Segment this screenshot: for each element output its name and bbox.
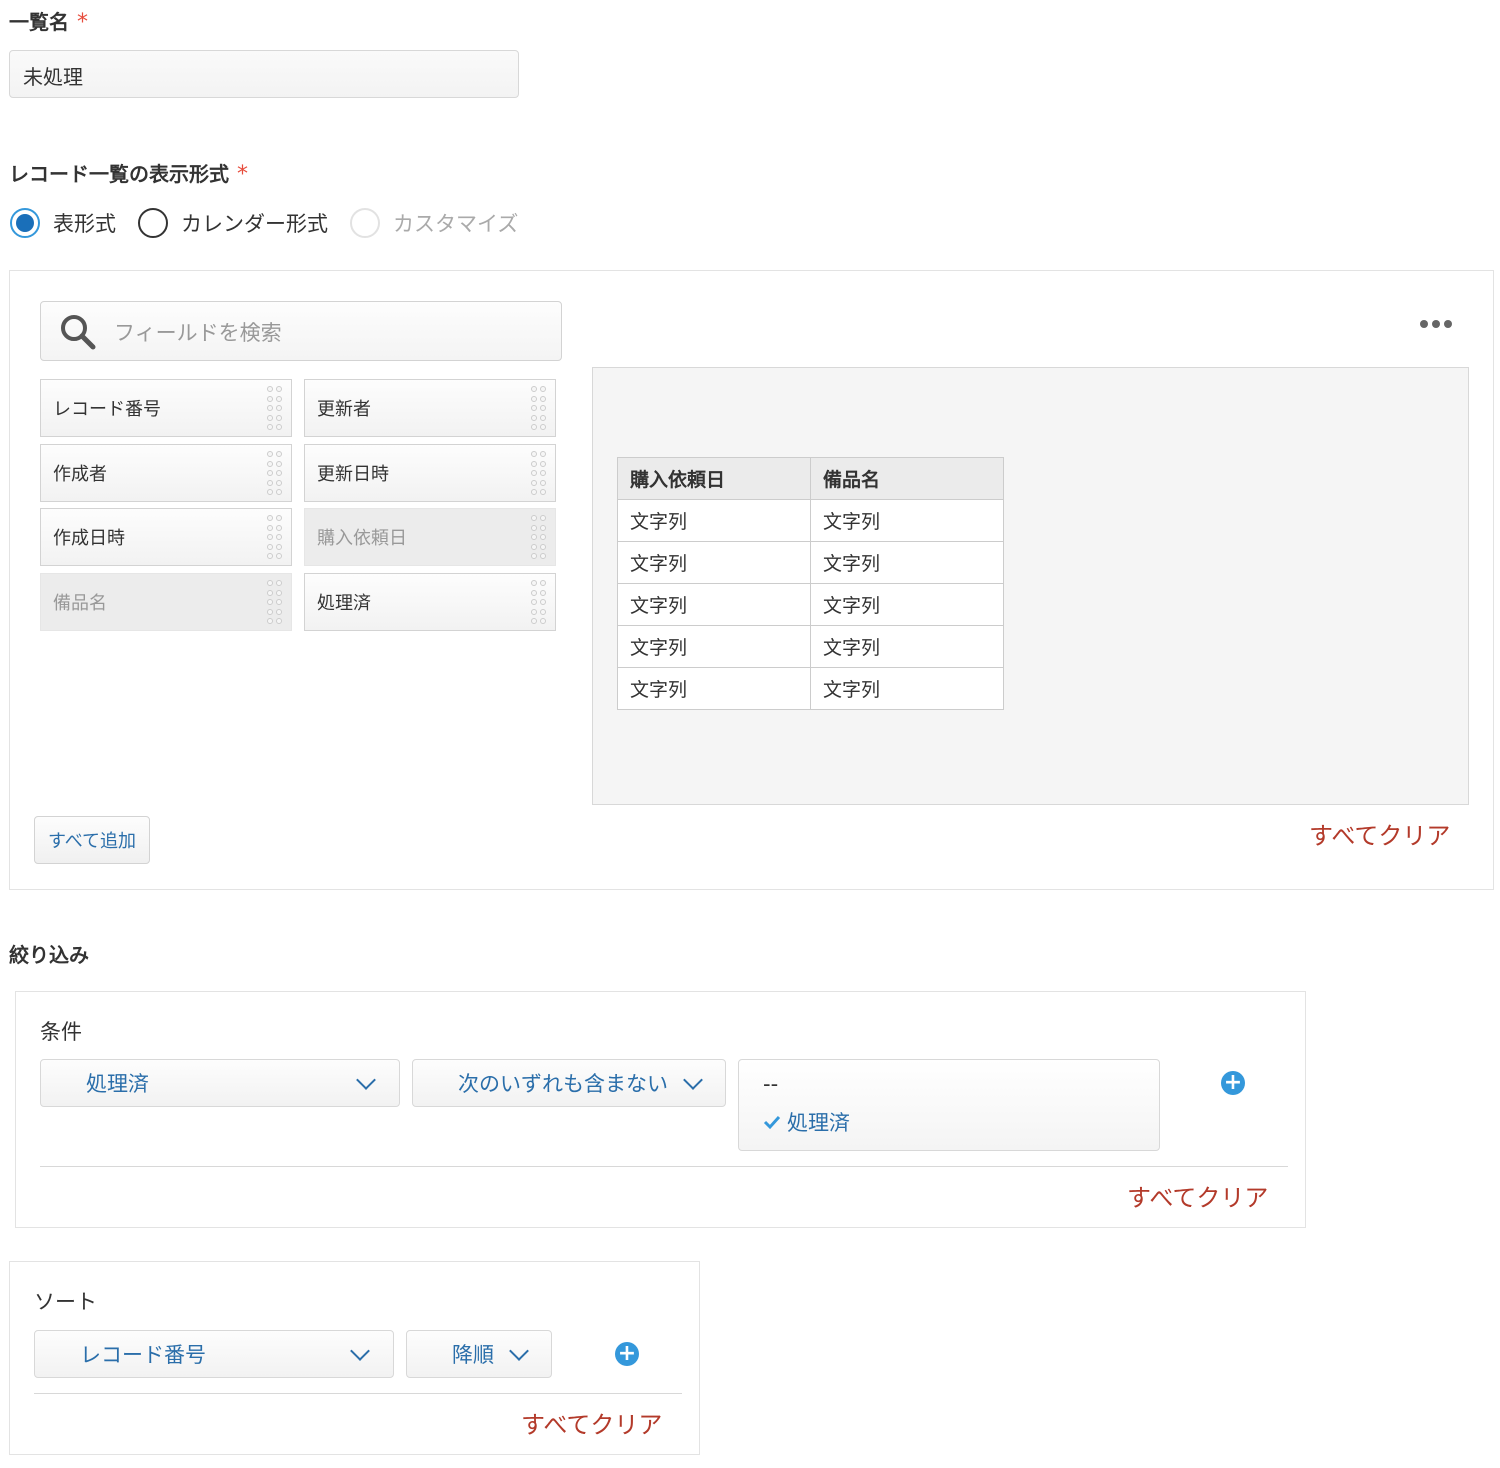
radio-label-table[interactable]: 表形式	[53, 208, 116, 238]
palette-item-creator[interactable]: 作成者	[40, 444, 292, 502]
palette-item-label: 更新者	[317, 399, 371, 420]
drag-handle-icon[interactable]	[531, 580, 547, 626]
required-mark: *	[77, 10, 88, 35]
list-name-label: 一覧名 *	[9, 6, 88, 35]
value-option-processed[interactable]: 処理済	[763, 1107, 850, 1137]
table-cell: 文字列	[810, 667, 1004, 710]
preview-column-header[interactable]: 備品名	[810, 457, 1004, 500]
display-format-label-text: レコード一覧の表示形式	[9, 162, 229, 186]
table-cell: 文字列	[810, 541, 1004, 584]
palette-item-updater[interactable]: 更新者	[304, 379, 556, 437]
drag-handle-icon[interactable]	[267, 515, 283, 561]
drag-handle-icon	[531, 515, 547, 561]
filter-title: 絞り込み	[9, 943, 89, 967]
condition-label: 条件	[40, 1020, 82, 1044]
list-name-input[interactable]: 未処理	[9, 50, 519, 98]
chevron-down-icon	[683, 1070, 703, 1090]
table-cell: 文字列	[810, 583, 1004, 626]
add-all-label: すべて追加	[47, 831, 137, 852]
table-row: 文字列 文字列	[617, 583, 1004, 626]
chevron-down-icon	[356, 1070, 376, 1090]
preview-column-header[interactable]: 購入依頼日	[617, 457, 811, 500]
palette-item-created-datetime[interactable]: 作成日時	[40, 508, 292, 566]
table-cell: 文字列	[810, 625, 1004, 668]
search-placeholder: フィールドを検索	[114, 321, 282, 345]
divider	[34, 1393, 682, 1394]
list-name-value: 未処理	[23, 65, 83, 89]
display-format-radio-group: 表形式 カレンダー形式 カスタマイズ	[10, 205, 540, 241]
table-row: 文字列 文字列	[617, 625, 1004, 668]
drag-handle-icon[interactable]	[531, 386, 547, 432]
search-icon	[61, 315, 96, 350]
sort-label: ソート	[34, 1290, 97, 1314]
radio-label-calendar[interactable]: カレンダー形式	[181, 208, 328, 238]
radio-calendar-format[interactable]	[138, 208, 168, 238]
table-row: 文字列 文字列	[617, 499, 1004, 542]
radio-customize-format	[350, 208, 380, 238]
value-option-label: 処理済	[787, 1111, 850, 1135]
sort-field-value: レコード番号	[80, 1343, 206, 1367]
table-row: 文字列 文字列	[617, 541, 1004, 584]
add-condition-button[interactable]: +	[1221, 1071, 1245, 1095]
palette-item-equipment-name: 備品名	[40, 573, 292, 631]
palette-item-record-number[interactable]: レコード番号	[40, 379, 292, 437]
table-cell: 文字列	[617, 583, 811, 626]
palette-item-label: 作成日時	[53, 528, 125, 549]
divider	[40, 1166, 1288, 1167]
table-cell: 文字列	[617, 499, 811, 542]
add-all-button[interactable]: すべて追加	[34, 816, 150, 864]
sort-order-select[interactable]: 降順	[406, 1330, 552, 1378]
list-name-label-text: 一覧名	[9, 10, 69, 34]
palette-item-label: 作成者	[53, 464, 107, 485]
table-cell: 文字列	[617, 541, 811, 584]
chevron-down-icon	[350, 1341, 370, 1361]
clear-all-sort-link[interactable]: すべてクリア	[521, 1405, 662, 1440]
palette-item-label: 処理済	[317, 593, 371, 614]
sort-order-value: 降順	[452, 1343, 494, 1367]
drag-handle-icon[interactable]	[531, 451, 547, 497]
palette-item-processed[interactable]: 処理済	[304, 573, 556, 631]
table-cell: 文字列	[617, 625, 811, 668]
drag-handle-icon[interactable]	[267, 451, 283, 497]
sort-field-select[interactable]: レコード番号	[34, 1330, 394, 1378]
palette-item-label: 更新日時	[317, 464, 389, 485]
palette-item-purchase-request-date: 購入依頼日	[304, 508, 556, 566]
filter-operator-value: 次のいずれも含まない	[458, 1072, 668, 1096]
preview-table: 購入依頼日 備品名 文字列 文字列 文字列 文字列 文字列 文字列 文字列 文字列 文字…	[617, 457, 1004, 710]
table-cell: 文字列	[810, 499, 1004, 542]
palette-item-label: 購入依頼日	[317, 528, 407, 549]
value-option-empty[interactable]: --	[763, 1072, 778, 1096]
table-cell: 文字列	[617, 667, 811, 710]
table-row: 文字列 文字列	[617, 667, 1004, 710]
more-options-icon[interactable]	[1420, 320, 1452, 328]
chevron-down-icon	[509, 1341, 529, 1361]
filter-value-multiselect[interactable]: -- 処理済	[738, 1059, 1160, 1151]
field-search-input[interactable]: フィールドを検索	[40, 301, 562, 361]
filter-field-select[interactable]: 処理済	[40, 1059, 400, 1107]
clear-all-filter-link[interactable]: すべてクリア	[1127, 1178, 1268, 1213]
palette-item-updated-datetime[interactable]: 更新日時	[304, 444, 556, 502]
radio-table-format[interactable]	[10, 208, 40, 238]
checkmark-icon	[763, 1115, 781, 1130]
clear-all-layout-link[interactable]: すべてクリア	[1309, 816, 1450, 851]
filter-field-value: 処理済	[86, 1072, 149, 1096]
drag-handle-icon[interactable]	[267, 386, 283, 432]
filter-operator-select[interactable]: 次のいずれも含まない	[412, 1059, 726, 1107]
radio-label-customize: カスタマイズ	[393, 212, 519, 236]
add-sort-button[interactable]: +	[615, 1342, 639, 1366]
palette-item-label: レコード番号	[53, 399, 161, 420]
required-mark: *	[237, 162, 248, 187]
display-format-label: レコード一覧の表示形式 *	[9, 158, 248, 187]
drag-handle-icon	[267, 580, 283, 626]
palette-item-label: 備品名	[53, 593, 107, 614]
